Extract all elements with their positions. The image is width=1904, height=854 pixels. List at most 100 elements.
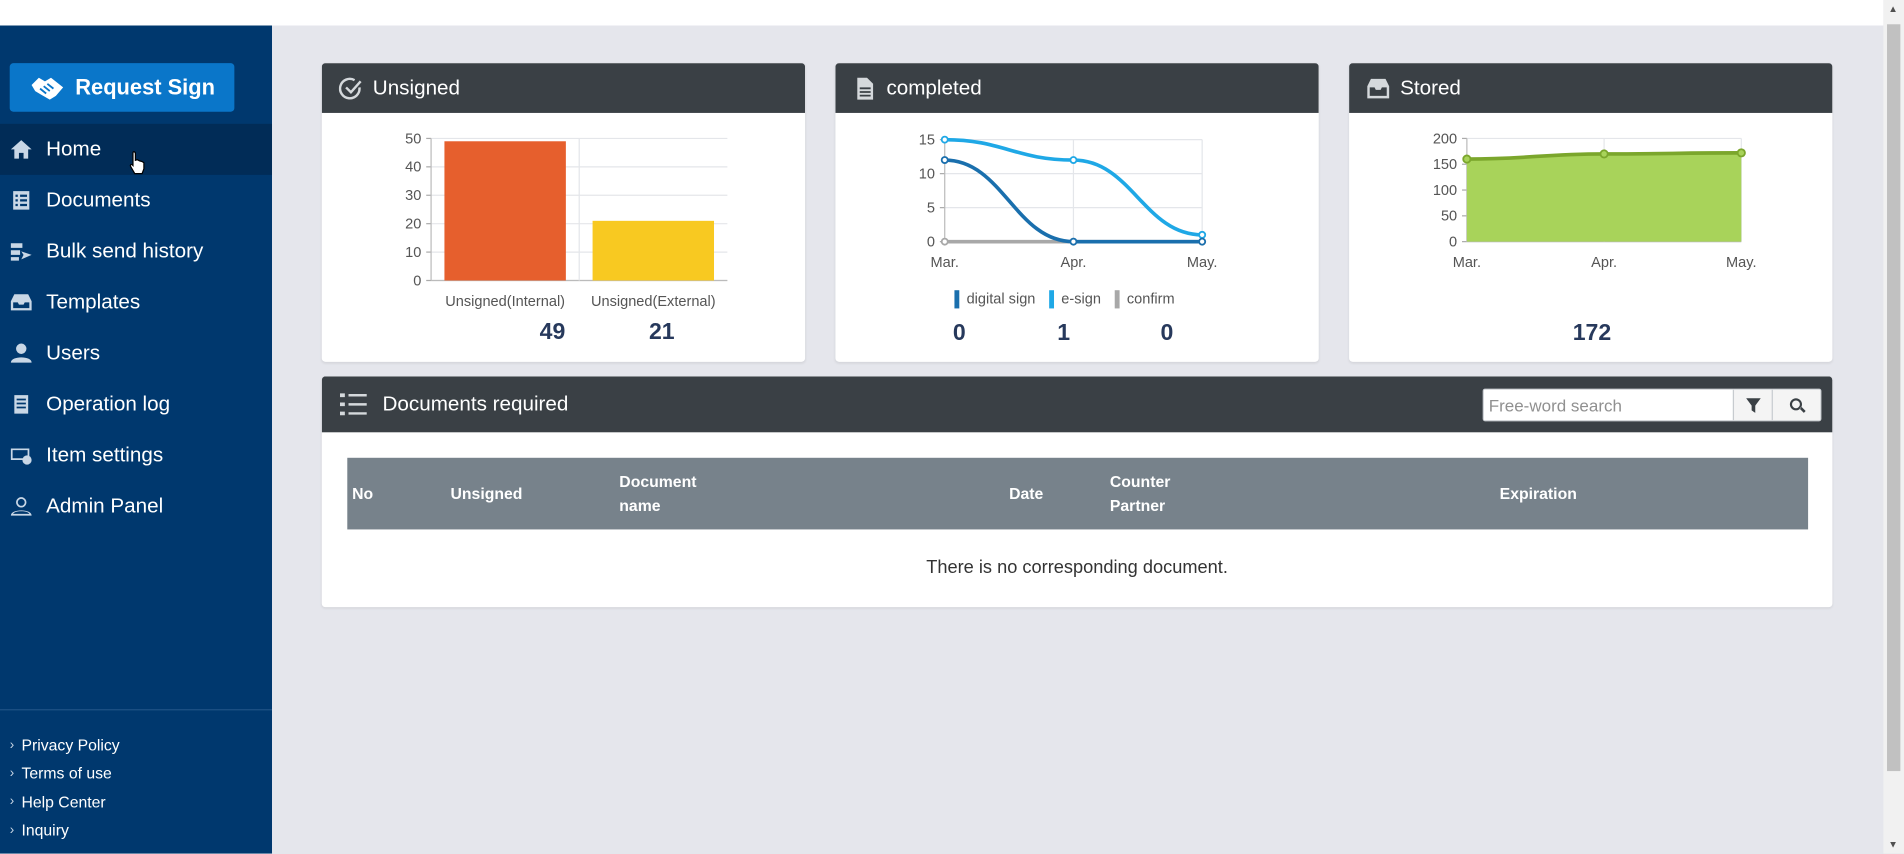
empty-message: There is no corresponding document. <box>926 557 1228 579</box>
home-icon <box>9 138 33 160</box>
digital-sign-count: 0 <box>952 320 966 347</box>
column-header-date[interactable]: Date <box>1009 458 1043 530</box>
sidebar-item-admin-panel[interactable]: Admin Panel <box>0 481 272 532</box>
help-center-link[interactable]: › Help Center <box>10 788 120 816</box>
bar <box>592 220 715 281</box>
y-tick-label: 0 <box>927 235 935 251</box>
sidebar-item-label: Templates <box>46 290 141 314</box>
top-bar <box>0 0 1884 26</box>
sidebar-item-label: Operation log <box>46 392 171 416</box>
column-header-no[interactable]: No <box>352 458 373 530</box>
bar <box>444 141 566 281</box>
scroll-up-arrow-icon[interactable]: ▲ <box>1888 4 1898 15</box>
sidebar-item-item-settings[interactable]: Item settings <box>0 430 272 481</box>
data-point <box>1069 237 1078 246</box>
chevron-right-icon: › <box>9 794 15 810</box>
scroll-down-arrow-icon[interactable]: ▼ <box>1888 839 1898 850</box>
y-tick-label: 20 <box>405 217 421 233</box>
data-point <box>1198 237 1207 246</box>
confirm-count: 0 <box>1160 320 1174 347</box>
link-label: Help Center <box>21 792 106 811</box>
request-sign-label: Request Sign <box>75 74 215 99</box>
bulk-send-icon <box>9 240 33 262</box>
data-point <box>1599 149 1609 159</box>
data-point <box>1462 154 1472 164</box>
column-header-unsigned[interactable]: Unsigned <box>451 458 523 530</box>
sidebar-nav: Home Documents Bulk send history Templat… <box>0 123 273 532</box>
x-tick-label: Unsigned(External) <box>591 294 716 310</box>
legend-label: e-sign <box>1061 292 1101 308</box>
e-sign-count: 1 <box>1057 320 1071 347</box>
y-tick-label: 10 <box>405 245 421 261</box>
y-tick-label: 100 <box>1433 183 1457 199</box>
y-tick-label: 50 <box>405 131 421 147</box>
filter-button[interactable] <box>1732 389 1772 421</box>
sidebar-item-operation-log[interactable]: Operation log <box>0 379 272 430</box>
completed-card: completed 0 5 10 15 Mar. Apr. May. digital sign… <box>835 63 1319 362</box>
filter-icon <box>1745 397 1761 413</box>
y-tick-label: 50 <box>1441 209 1457 225</box>
privacy-policy-link[interactable]: › Privacy Policy <box>10 731 120 759</box>
data-point <box>1069 156 1078 164</box>
inquiry-link[interactable]: › Inquiry <box>10 816 120 844</box>
link-label: Inquiry <box>21 820 69 840</box>
check-circle-icon <box>338 77 362 99</box>
handshake-icon <box>31 77 64 100</box>
sidebar-item-users[interactable]: Users <box>0 328 272 379</box>
unsigned-external-count: 21 <box>648 319 675 345</box>
list-icon <box>340 393 367 416</box>
sidebar-item-bulk-send-history[interactable]: Bulk send history <box>0 226 272 277</box>
x-tick-label: Mar. <box>931 255 959 271</box>
y-tick-label: 40 <box>405 160 421 176</box>
terms-of-use-link[interactable]: › Terms of use <box>10 759 120 787</box>
vertical-scrollbar[interactable]: ▲ ▼ <box>1883 0 1904 854</box>
column-header-document-name[interactable]: Document name <box>619 458 716 530</box>
unsigned-internal-count: 49 <box>539 319 566 345</box>
y-tick-label: 150 <box>1433 157 1457 173</box>
card-title: Unsigned <box>372 75 461 99</box>
log-icon <box>9 393 33 415</box>
sidebar-item-label: Item settings <box>46 443 164 467</box>
stored-card-header: Stored <box>1349 63 1833 113</box>
document-icon <box>857 77 874 99</box>
request-sign-button[interactable]: Request Sign <box>9 63 235 112</box>
legend-swatch <box>954 290 960 309</box>
sidebar-item-label: Home <box>46 137 102 161</box>
admin-icon <box>9 495 33 517</box>
stored-card: Stored 0 50 100 150 200 Mar. Apr. May. 172 <box>1349 63 1833 362</box>
area-fill <box>1466 152 1742 242</box>
unsigned-card-header: Unsigned <box>321 63 806 113</box>
card-title: completed <box>886 75 982 99</box>
x-tick-label: May. <box>1726 255 1756 271</box>
column-header-expiration[interactable]: Expiration <box>1500 458 1577 530</box>
legend-label: confirm <box>1127 292 1175 308</box>
legend-swatch <box>1114 290 1120 309</box>
free-word-search <box>1482 388 1822 422</box>
search-input[interactable] <box>1483 389 1733 421</box>
scrollbar-thumb[interactable] <box>1887 24 1901 772</box>
sidebar-item-templates[interactable]: Templates <box>0 277 272 328</box>
x-tick-label: Unsigned(Internal) <box>445 294 565 310</box>
sidebar-item-documents[interactable]: Documents <box>0 175 272 226</box>
stored-count: 172 <box>1572 320 1612 347</box>
legend-label: digital sign <box>967 292 1036 308</box>
user-icon <box>9 342 33 364</box>
completed-card-header: completed <box>835 63 1319 113</box>
data-point <box>940 135 949 144</box>
column-header-counter-partner[interactable]: Counter Partner <box>1110 458 1195 530</box>
documents-table-header: No Unsigned Document name Date Counter P… <box>347 457 1809 530</box>
archive-box-icon <box>1367 78 1390 98</box>
panel-title: Documents required <box>382 392 569 416</box>
unsigned-card: Unsigned 0 10 20 30 40 50 Unsigned(Internal) Un… <box>321 63 806 362</box>
documents-required-panel: Documents required No Unsigned Document … <box>321 376 1833 608</box>
search-icon <box>1789 397 1806 413</box>
sidebar-item-label: Documents <box>46 188 151 212</box>
y-tick-label: 15 <box>919 133 935 149</box>
search-button[interactable] <box>1771 389 1821 421</box>
y-tick-label: 200 <box>1433 131 1457 147</box>
chevron-right-icon: › <box>9 737 15 753</box>
mouse-cursor-icon <box>129 151 145 175</box>
legend-swatch <box>1049 290 1055 309</box>
item-settings-icon <box>9 444 33 466</box>
y-tick-label: 10 <box>919 167 935 183</box>
